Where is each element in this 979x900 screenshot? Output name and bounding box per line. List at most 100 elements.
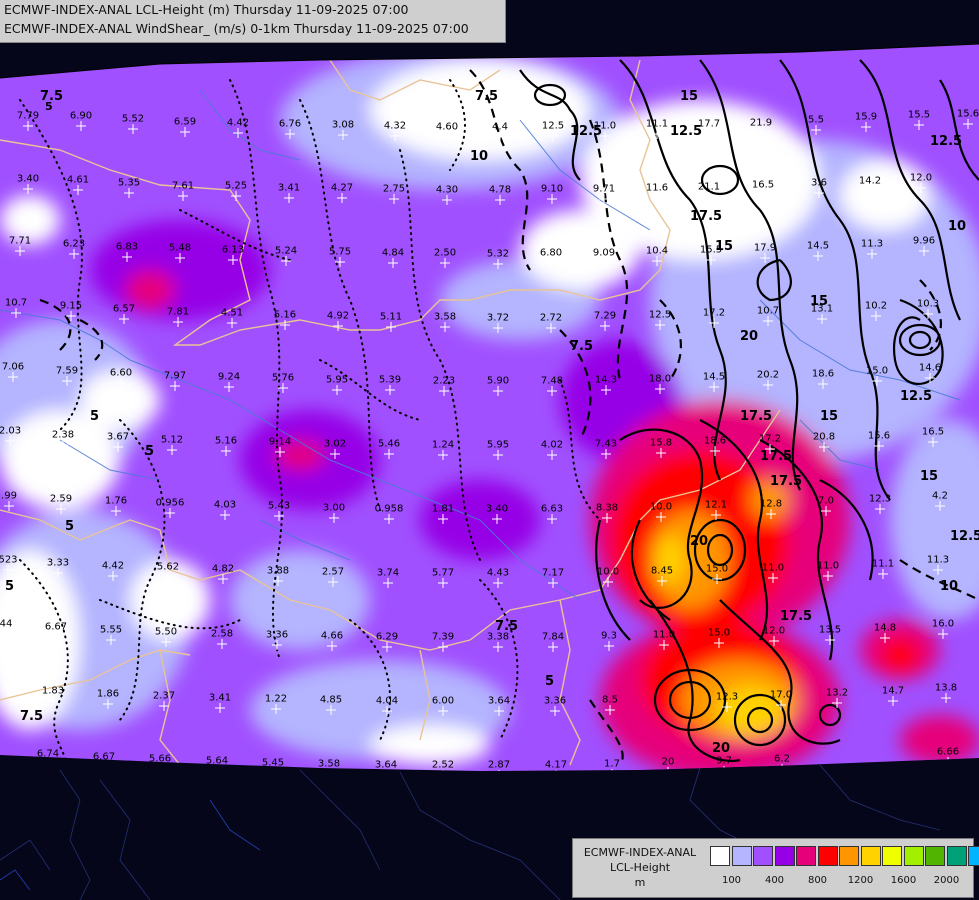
station-value: 17.2 <box>702 307 726 319</box>
station-value: 5.95 <box>325 374 349 386</box>
station-value: 7.48 <box>540 375 564 387</box>
station-value: 16.5 <box>751 179 775 191</box>
station-value: 5.16 <box>273 309 297 321</box>
station-value: 3.02 <box>323 438 347 450</box>
station-value: 12.0 <box>762 625 786 637</box>
station-value: 2.87 <box>487 759 511 771</box>
station-value: 14.5 <box>702 371 726 383</box>
station-value: 5.50 <box>154 626 178 638</box>
station-value: 3.58 <box>433 311 457 323</box>
station-value: 3.72 <box>486 312 510 324</box>
station-value: 6.63 <box>540 503 564 515</box>
station-value: 12.5 <box>541 120 565 132</box>
station-value: 1.7 <box>604 758 620 770</box>
station-value: 44 <box>0 618 13 630</box>
map-viewport[interactable]: 7.5 5 15 12.5 17.5 15 20 17.5 17.5 17.5 … <box>0 0 979 900</box>
station-value: 6.29 <box>375 631 399 643</box>
station-value: 14.5 <box>806 240 830 252</box>
station-value: 5.12 <box>160 434 184 446</box>
station-value: 6.00 <box>431 695 455 707</box>
station-value: 4.42 <box>101 560 125 572</box>
station-value: 3.64 <box>487 695 511 707</box>
station-value: 20 <box>661 756 675 768</box>
station-value: 4.43 <box>486 567 510 579</box>
station-value: 13.8 <box>934 682 958 694</box>
legend-unit: m <box>634 876 646 889</box>
svg-text:20: 20 <box>690 534 708 549</box>
station-value: 5.48 <box>168 242 192 254</box>
station-value: 2.52 <box>431 759 455 771</box>
header-line-lcl: ECMWF-INDEX-ANAL LCL-Height (m) Thursday… <box>4 2 409 17</box>
station-value: 7.06 <box>1 361 25 373</box>
station-value: 6.59 <box>173 116 197 128</box>
station-value: 4.82 <box>211 563 235 575</box>
svg-text:15: 15 <box>680 89 698 104</box>
station-value: 2.37 <box>152 690 176 702</box>
station-value: 11.0 <box>593 120 617 132</box>
station-value: 0.956 <box>155 497 185 509</box>
station-value: 16.5 <box>921 426 945 438</box>
station-value: 2.23 <box>432 375 456 387</box>
station-value: 15.0 <box>865 365 889 377</box>
station-value: 1.81 <box>431 503 455 515</box>
legend-swatch <box>968 846 979 866</box>
station-value: 5.45 <box>261 757 285 769</box>
station-value: 9.09 <box>592 247 616 259</box>
legend-swatch <box>839 846 859 866</box>
station-value: 6.83 <box>115 241 139 253</box>
station-value: 7.71 <box>8 235 32 247</box>
svg-text:10: 10 <box>948 219 966 234</box>
station-value: 7.0 <box>818 495 834 507</box>
station-value: 15.6 <box>867 430 891 442</box>
station-value: 10.3 <box>916 298 940 310</box>
station-value: 20.2 <box>756 369 780 381</box>
station-value: 5.75 <box>328 246 352 258</box>
legend-swatch <box>946 846 967 866</box>
station-value: 3.58 <box>317 758 341 770</box>
station-value: 2.75 <box>382 183 406 195</box>
station-value: 10.7 <box>756 305 780 317</box>
station-value: 4.30 <box>435 184 459 196</box>
station-value: 17.7 <box>697 118 721 130</box>
station-value: 3.33 <box>46 557 70 569</box>
station-value: 3.41 <box>277 182 301 194</box>
station-value: 3.67 <box>106 431 130 443</box>
station-value: 4.32 <box>383 120 407 132</box>
color-legend: ECMWF-INDEX-ANAL LCL-Height m 100 400 800 1… <box>572 838 979 898</box>
station-value: 14.6 <box>918 362 942 374</box>
legend-tick-label: 1600 <box>890 875 917 886</box>
station-value: 0.958 <box>374 503 404 515</box>
station-value: 21.1 <box>697 181 721 193</box>
station-value: 15.0 <box>707 627 731 639</box>
station-value: 5.11 <box>379 311 403 323</box>
station-value: 3.6 <box>811 177 827 189</box>
station-value: 11.0 <box>761 562 785 574</box>
legend-swatch <box>925 846 945 866</box>
station-value: 11.0 <box>816 560 840 572</box>
station-value: 3.36 <box>265 629 289 641</box>
station-value: 4.60 <box>435 121 459 133</box>
svg-text:17.5: 17.5 <box>760 449 792 464</box>
station-value: 6.60 <box>109 367 133 379</box>
svg-text:12.5: 12.5 <box>900 389 932 404</box>
station-value: 14.8 <box>873 622 897 634</box>
station-value: 7.97 <box>163 370 187 382</box>
station-value: 7.84 <box>541 631 565 643</box>
svg-text:7.5: 7.5 <box>20 709 43 724</box>
legend-title: ECMWF-INDEX-ANAL LCL-Height m <box>573 845 707 890</box>
svg-text:20: 20 <box>740 329 758 344</box>
legend-model: ECMWF-INDEX-ANAL <box>583 846 697 859</box>
station-value: .99 <box>1 490 17 502</box>
legend-tick-label: 400 <box>764 875 785 886</box>
station-value: 5.64 <box>205 755 229 767</box>
station-value: 2.58 <box>210 628 234 640</box>
svg-text:5: 5 <box>65 519 74 534</box>
station-value: 4.51 <box>220 307 244 319</box>
svg-text:5: 5 <box>145 444 154 459</box>
station-value: 4.84 <box>381 247 405 259</box>
legend-swatch <box>774 846 795 866</box>
svg-text:7.5: 7.5 <box>475 89 498 104</box>
legend-swatch <box>796 846 816 866</box>
station-value: 15.8 <box>649 437 673 449</box>
station-value: 11.0 <box>652 629 676 641</box>
